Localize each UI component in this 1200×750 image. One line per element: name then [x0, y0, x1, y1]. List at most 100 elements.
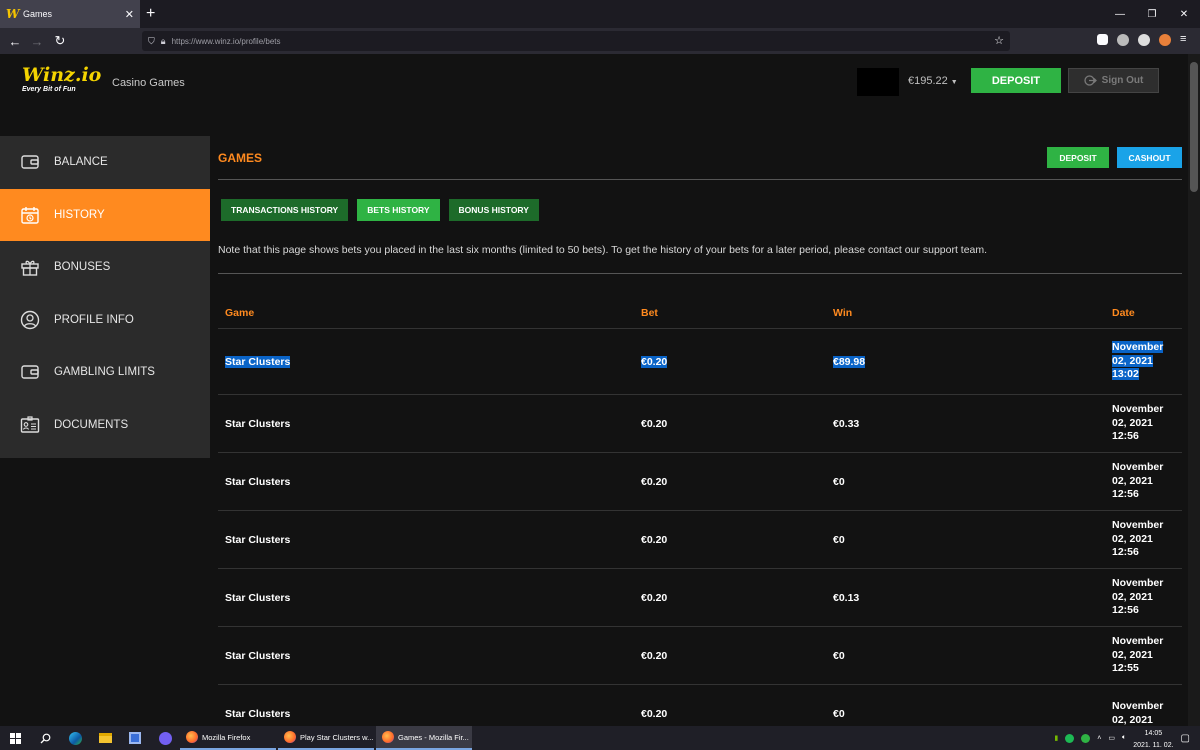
column-date: Date: [1112, 307, 1135, 319]
nav-casino-games[interactable]: Casino Games: [112, 77, 185, 89]
deposit-button-small[interactable]: DEPOSIT: [1047, 147, 1109, 168]
sidebar-item-label: GAMBLING LIMITS: [54, 366, 155, 379]
file-explorer-icon[interactable]: [90, 726, 120, 750]
avatar[interactable]: [857, 68, 899, 96]
deposit-button[interactable]: DEPOSIT: [971, 68, 1061, 93]
gift-icon: [20, 257, 40, 277]
firefox-icon: [186, 731, 198, 743]
cell-game: Star Clusters: [225, 649, 291, 662]
save-icon[interactable]: [120, 726, 150, 750]
firefox-icon: [382, 731, 394, 743]
chevron-up-icon[interactable]: ˄: [1097, 735, 1101, 742]
volume-icon[interactable]: 🔈︎: [1122, 734, 1126, 742]
account-icon[interactable]: [1138, 34, 1150, 46]
table-row: Star Clusters €0.20 €89.98 November 02, 2…: [218, 329, 1182, 395]
edge-icon[interactable]: [60, 726, 90, 750]
cell-win: €0: [833, 533, 845, 546]
extension-icons: ≡: [1097, 34, 1192, 46]
viber-icon[interactable]: [150, 726, 180, 750]
wallet-icon: [20, 152, 40, 172]
column-win: Win: [833, 307, 853, 319]
shield-icon[interactable]: ⛉: [148, 36, 155, 47]
sidebar-item-history[interactable]: HISTORY: [0, 188, 210, 241]
browser-tab-games[interactable]: W Games ✕: [0, 0, 140, 28]
taskbar-app-games[interactable]: Games - Mozilla Fir...: [376, 726, 472, 750]
cell-bet: €0.20: [641, 707, 668, 720]
divider: [218, 179, 1182, 180]
forward-arrow-icon[interactable]: →: [28, 32, 46, 50]
url-text[interactable]: https://www.winz.io/profile/bets: [172, 37, 281, 46]
table-row: Star Clusters €0.20 €0.13 November 02, 20…: [218, 569, 1182, 627]
cell-game: Star Clusters: [225, 533, 291, 546]
sidebar-item-balance[interactable]: BALANCE: [0, 136, 210, 189]
restore-icon[interactable]: ❐: [1136, 0, 1168, 28]
firefox-icon: [284, 731, 296, 743]
sidebar-item-gambling-limits[interactable]: GAMBLING LIMITS: [0, 346, 210, 399]
cashout-button[interactable]: CASHOUT: [1117, 147, 1182, 168]
sidebar-item-label: DOCUMENTS: [54, 418, 129, 431]
window-controls: — ❐ ✕: [1104, 0, 1200, 28]
back-arrow-icon[interactable]: ←: [6, 32, 24, 50]
table-row: Star Clusters €0.20 €0 November 02, 2021 1…: [218, 453, 1182, 511]
taskbar-clock[interactable]: 14:05 2021. 11. 02.: [1133, 726, 1173, 750]
cell-win: €0.33: [833, 417, 860, 430]
cell-date: November 02, 2021: [1112, 700, 1164, 726]
sign-out-button[interactable]: Sign Out: [1068, 68, 1159, 93]
extension-icon[interactable]: [1117, 34, 1129, 46]
close-window-icon[interactable]: ✕: [1168, 0, 1200, 28]
reload-icon[interactable]: ↻: [51, 32, 69, 50]
new-tab-button[interactable]: +: [146, 5, 155, 23]
lock-icon[interactable]: 🔒︎: [161, 36, 166, 47]
spotify-icon[interactable]: [1065, 733, 1075, 743]
sidebar-item-bonuses[interactable]: BONUSES: [0, 241, 210, 294]
tab-bets-history[interactable]: BETS HISTORY: [357, 199, 440, 221]
sidebar-item-documents[interactable]: DOCUMENTS: [0, 399, 210, 452]
close-tab-icon[interactable]: ✕: [125, 8, 134, 21]
cell-bet: €0.20: [641, 475, 668, 488]
table-row: Star Clusters €0.20 €0.33 November 02, 20…: [218, 395, 1182, 453]
sidebar-item-profile-info[interactable]: PROFILE INFO: [0, 294, 210, 347]
browser-tabbar: W Games ✕ + — ❐ ✕: [0, 0, 1200, 28]
cell-bet: €0.20: [641, 417, 668, 430]
table-header: Game Bet Win Date: [218, 298, 1182, 329]
cell-game: Star Clusters: [225, 417, 291, 430]
cell-date: November 02, 2021 12:55: [1112, 635, 1164, 675]
browser-navbar: ← → ↻ ⛉ 🔒︎ https://www.winz.io/profile/b…: [0, 28, 1200, 54]
tab-transactions-history[interactable]: TRANSACTIONS HISTORY: [221, 199, 349, 221]
metamask-icon[interactable]: [1159, 34, 1171, 46]
cell-game: Star Clusters: [225, 355, 291, 368]
menu-icon[interactable]: ≡: [1180, 34, 1192, 46]
nvidia-icon[interactable]: ▮: [1054, 734, 1058, 742]
bookmark-star-icon[interactable]: ☆: [994, 34, 1004, 47]
search-icon[interactable]: [30, 726, 60, 750]
pocket-icon[interactable]: [1097, 34, 1108, 45]
sidebar-item-label: PROFILE INFO: [54, 313, 134, 326]
notifications-icon[interactable]: ▢: [1181, 733, 1190, 744]
windows-taskbar: Mozilla Firefox Play Star Clusters w... …: [0, 726, 1200, 750]
page-scrollbar[interactable]: [1188, 54, 1200, 726]
shield-check-icon[interactable]: [1081, 733, 1091, 743]
minimize-icon[interactable]: —: [1104, 0, 1136, 28]
windows-start-icon[interactable]: [0, 726, 30, 750]
profile-sidebar: BALANCE HISTORY BONUSES PROFILE INFO GAM…: [0, 136, 210, 458]
history-note: Note that this page shows bets you place…: [218, 244, 988, 256]
taskbar-app-firefox[interactable]: Mozilla Firefox: [180, 726, 276, 750]
sign-out-icon: [1084, 75, 1097, 86]
cell-win: €89.98: [833, 355, 866, 368]
address-bar[interactable]: ⛉ 🔒︎ https://www.winz.io/profile/bets ☆: [142, 31, 1010, 51]
cell-bet: €0.20: [641, 591, 668, 604]
tab-title: Games: [23, 9, 53, 19]
winz-logo[interactable]: Winz.io Every Bit of Fun: [22, 66, 101, 94]
caret-down-icon: ▼: [950, 79, 958, 86]
sign-out-label: Sign Out: [1101, 75, 1144, 86]
taskbar-app-star-clusters[interactable]: Play Star Clusters w...: [278, 726, 374, 750]
cell-date: November 02, 2021 13:02: [1112, 341, 1164, 381]
cell-win: €0: [833, 649, 845, 662]
bets-table: Game Bet Win Date Star Clusters €0.20 €8…: [218, 298, 1182, 743]
scroll-thumb[interactable]: [1190, 62, 1198, 192]
tab-bonus-history[interactable]: BONUS HISTORY: [448, 199, 539, 221]
balance-value: €195.22: [908, 75, 948, 87]
cell-bet: €0.20: [641, 649, 668, 662]
balance-dropdown[interactable]: €195.22 ▼: [908, 75, 958, 87]
network-icon[interactable]: ▭: [1108, 734, 1115, 742]
